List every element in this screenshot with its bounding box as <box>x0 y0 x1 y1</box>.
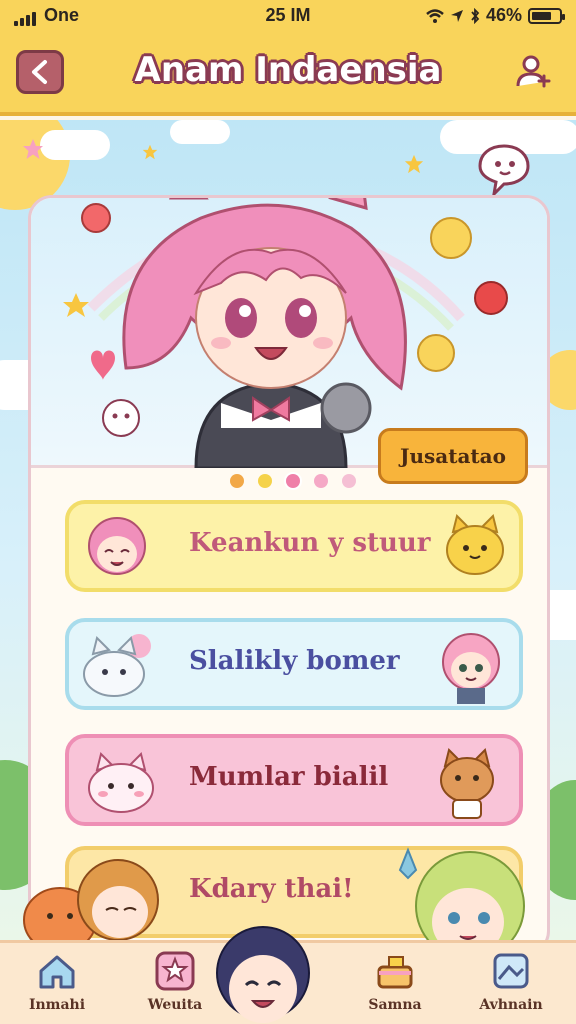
menu-card-label: Keankun y stuur <box>189 528 431 558</box>
menu-card[interactable]: Mumlar bialil <box>65 734 523 826</box>
back-button[interactable] <box>16 50 64 94</box>
carousel-dot[interactable] <box>258 474 272 488</box>
star-decoration <box>23 139 43 159</box>
battery-percent: 46% <box>485 5 522 25</box>
chevron-left-icon <box>32 60 47 84</box>
cloud-decoration <box>170 120 230 144</box>
carousel-dot[interactable] <box>342 474 356 488</box>
star-icon <box>155 951 195 991</box>
speech-bubble-icon <box>478 144 530 199</box>
bluetooth-icon <box>471 7 480 24</box>
battery-icon <box>528 7 565 24</box>
wifi-icon <box>426 8 444 23</box>
menu-card-label: Slalikly bomer <box>189 646 400 676</box>
pink-cat-icon <box>88 752 154 813</box>
nav-item-star[interactable]: Weuita <box>130 949 220 1023</box>
app-header: Anam Indaensia <box>0 32 576 116</box>
nav-label: Inmahi <box>28 997 86 1013</box>
star-decoration <box>142 144 158 160</box>
location-icon <box>450 9 463 22</box>
bottom-navigation: Inmahi Weuita Samna Avhnain <box>0 926 576 1024</box>
nav-item-map[interactable]: Avhnain <box>466 949 556 1023</box>
carousel-dot[interactable] <box>230 474 244 488</box>
profile-button[interactable] <box>510 48 558 96</box>
dark-hair-boy-illustration <box>216 926 310 1023</box>
map-icon <box>493 953 529 989</box>
page-title: Anam Indaensia <box>134 50 442 90</box>
home-icon <box>39 955 75 989</box>
status-right: 46% <box>426 5 565 26</box>
menu-card[interactable]: Keankun y stuur <box>65 500 523 592</box>
user-add-icon <box>516 55 551 88</box>
brown-cat-icon <box>440 748 494 819</box>
cloud-decoration <box>40 130 110 160</box>
nav-label: Weuita <box>147 997 203 1013</box>
cake-icon <box>377 956 413 989</box>
nav-item-home[interactable]: Inmahi <box>12 949 102 1023</box>
nav-item-cake[interactable]: Samna <box>350 949 440 1023</box>
menu-card[interactable]: Slalikly bomer <box>65 618 523 710</box>
status-bar: One 25 IM 46% <box>0 0 576 32</box>
carousel-dot[interactable] <box>314 474 328 488</box>
carousel-dot[interactable] <box>286 474 300 488</box>
nav-label: Avhnain <box>479 997 543 1013</box>
hero-badge-button[interactable]: Jusatatao <box>378 428 528 484</box>
pink-hair-chibi-icon <box>442 633 500 704</box>
pink-hair-girl-icon <box>88 517 146 575</box>
menu-card-label: Mumlar bialil <box>189 762 389 792</box>
white-cat-icon <box>83 634 151 697</box>
nav-label: Samna <box>368 997 422 1013</box>
carousel-dots <box>230 474 356 488</box>
yellow-cat-icon <box>446 514 504 575</box>
star-decoration <box>404 154 424 174</box>
